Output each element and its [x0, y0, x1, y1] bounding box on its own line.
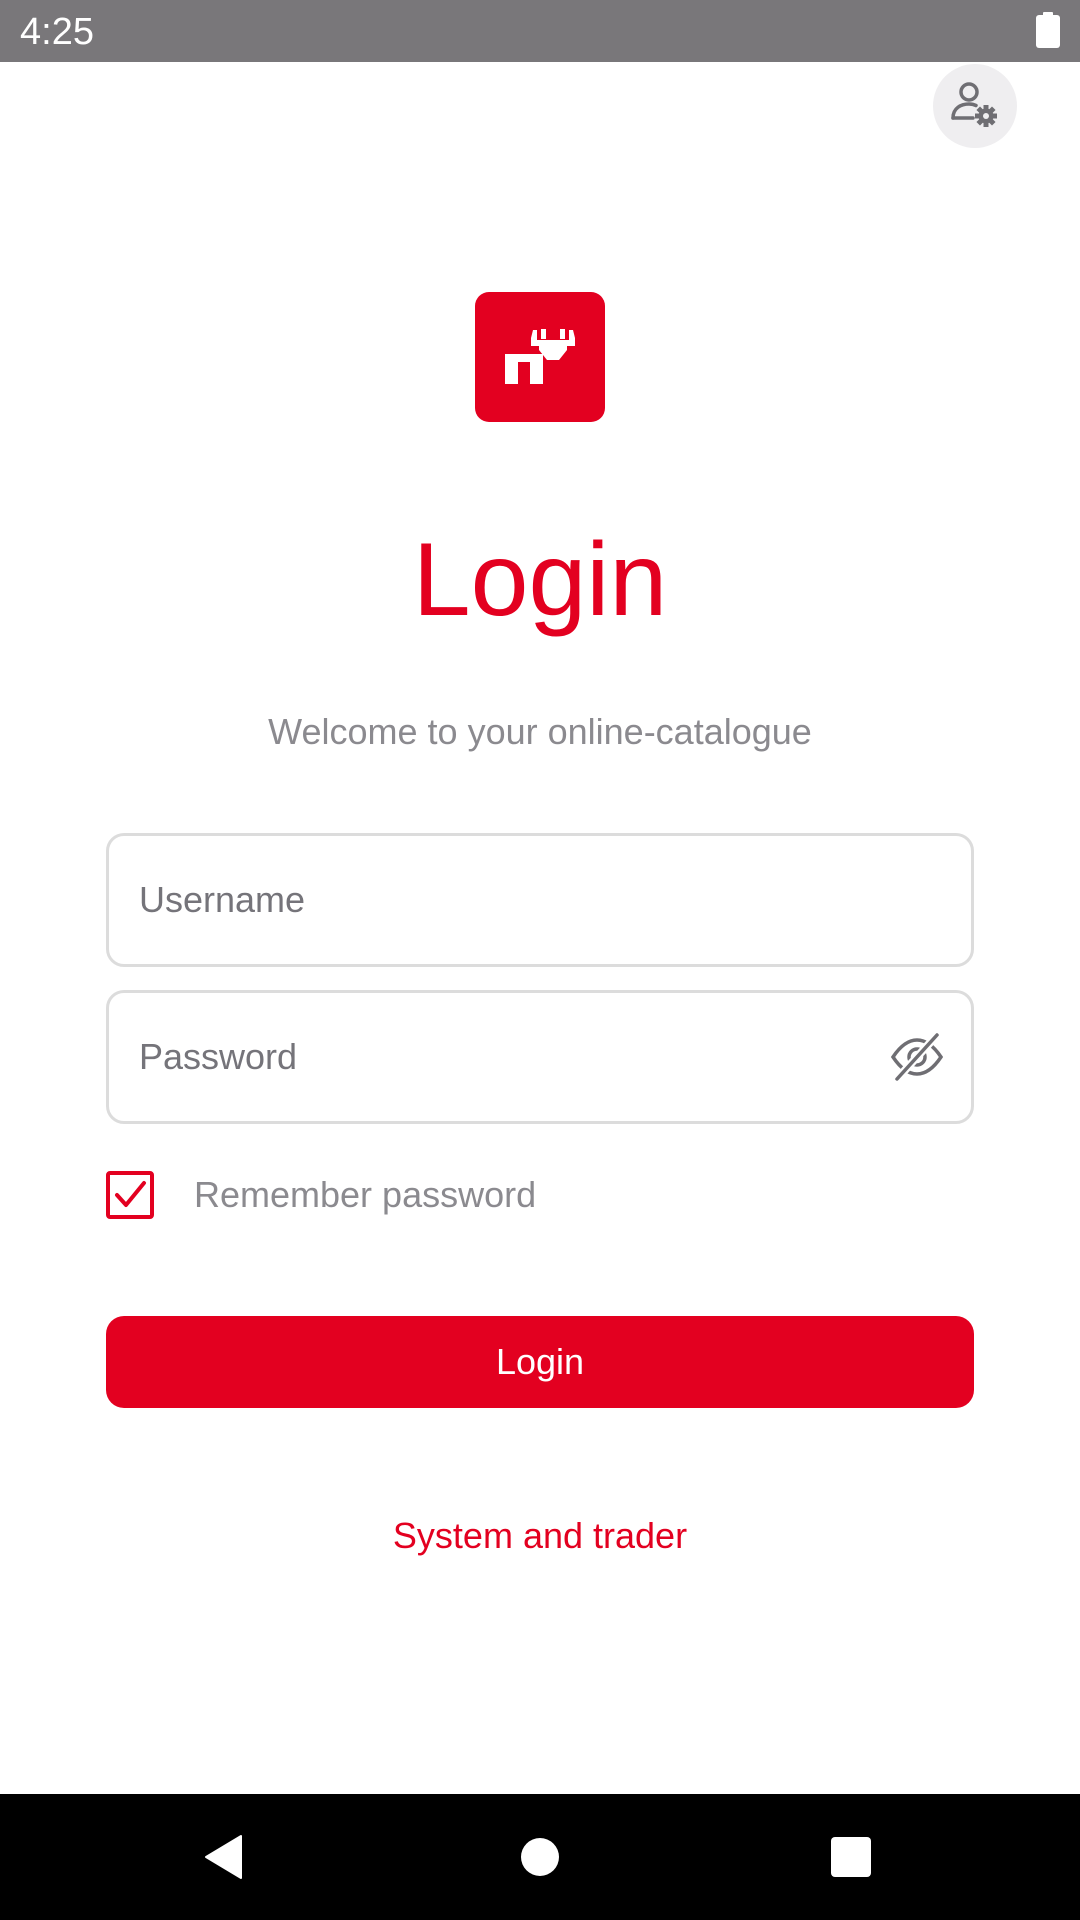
back-triangle-icon[interactable]	[188, 1820, 262, 1894]
remember-password-checkbox[interactable]	[106, 1171, 154, 1219]
system-and-trader-link[interactable]: System and trader	[0, 1514, 1080, 1558]
password-field-container[interactable]	[106, 990, 974, 1124]
page-title: Login	[412, 522, 668, 638]
account-settings-button[interactable]	[933, 64, 1017, 148]
remember-password-row[interactable]: Remember password	[106, 1168, 536, 1222]
password-input[interactable]	[139, 993, 899, 1121]
home-circle-icon[interactable]	[503, 1820, 577, 1894]
brand-logo-icon	[475, 292, 605, 422]
battery-full-icon	[1036, 12, 1060, 48]
recents-square-icon[interactable]	[814, 1820, 888, 1894]
account-settings-icon	[949, 78, 1001, 135]
status-bar: 4:25	[0, 0, 1080, 62]
remember-password-label: Remember password	[194, 1174, 537, 1215]
username-input[interactable]	[139, 836, 899, 964]
login-button[interactable]: Login	[106, 1316, 974, 1408]
navigation-bar	[0, 1794, 1080, 1920]
visibility-off-icon[interactable]	[887, 1027, 947, 1087]
username-field-container[interactable]	[106, 833, 974, 967]
welcome-subtitle: Welcome to your online-catalogue	[268, 711, 812, 752]
status-time: 4:25	[20, 11, 94, 53]
login-screen: 4:25 Login Welcome to your online-catalo…	[0, 0, 1080, 1920]
